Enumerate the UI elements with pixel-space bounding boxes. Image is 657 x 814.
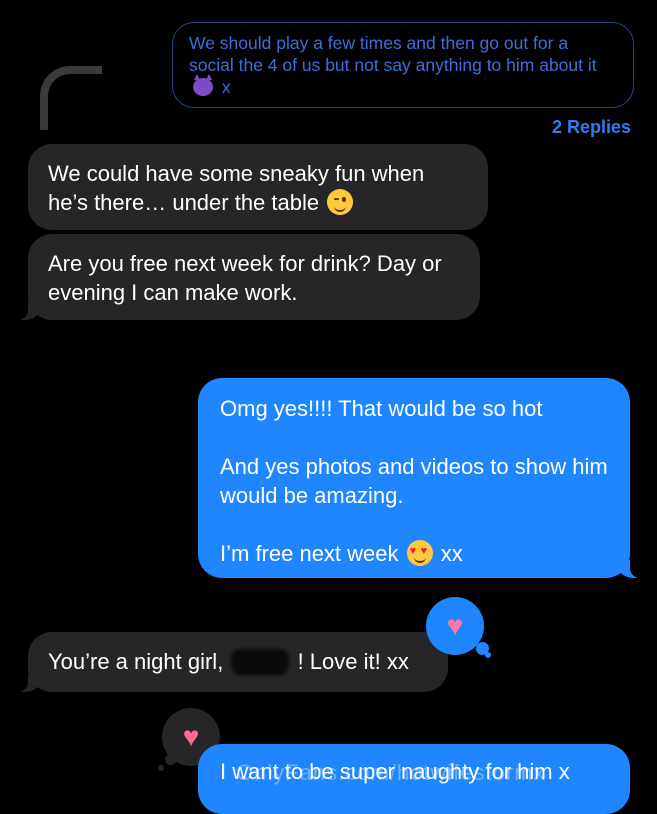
redaction-scribble xyxy=(231,649,290,675)
smiling-devil-icon xyxy=(193,74,213,96)
reaction-tail-dot xyxy=(485,652,491,658)
bubble-tail xyxy=(14,302,41,320)
reaction-tail-dot xyxy=(158,765,164,771)
quoted-message[interactable]: We should play a few times and then go o… xyxy=(172,22,634,108)
bubble-tail xyxy=(617,560,644,578)
message-line: I’m free next week xyxy=(220,541,399,566)
message-text: Are you free next week for drink? Day or… xyxy=(48,251,442,305)
thread-line xyxy=(40,66,102,130)
heart-eyes-icon: ♥ ♥ xyxy=(406,540,433,566)
received-message[interactable]: You’re a night girl, ! Love it! xx xyxy=(14,632,448,692)
quoted-message-text: We should play a few times and then go o… xyxy=(189,33,597,75)
sent-message[interactable]: Omg yes!!!! That would be so hot And yes… xyxy=(198,378,644,578)
received-message[interactable]: We could have some sneaky fun when he’s … xyxy=(28,144,488,230)
replies-link[interactable]: 2 Replies xyxy=(552,117,631,138)
watermark: OnlyFans.com/hotwifestormx xyxy=(236,760,546,785)
message-line: Omg yes!!!! That would be so hot xyxy=(220,396,543,421)
bubble-tail xyxy=(14,674,41,692)
message-line: And yes photos and videos to show him wo… xyxy=(220,454,608,508)
received-message[interactable]: Are you free next week for drink? Day or… xyxy=(14,234,480,320)
message-text: You’re a night girl, xyxy=(48,649,224,674)
message-text: We could have some sneaky fun when he’s … xyxy=(48,161,425,215)
quoted-message-suffix: x xyxy=(221,77,231,97)
message-line-suffix: xx xyxy=(440,541,463,566)
reaction-tail-dot xyxy=(165,754,176,765)
message-text-suffix: ! Love it! xx xyxy=(297,649,409,674)
winking-face-icon xyxy=(327,189,354,215)
